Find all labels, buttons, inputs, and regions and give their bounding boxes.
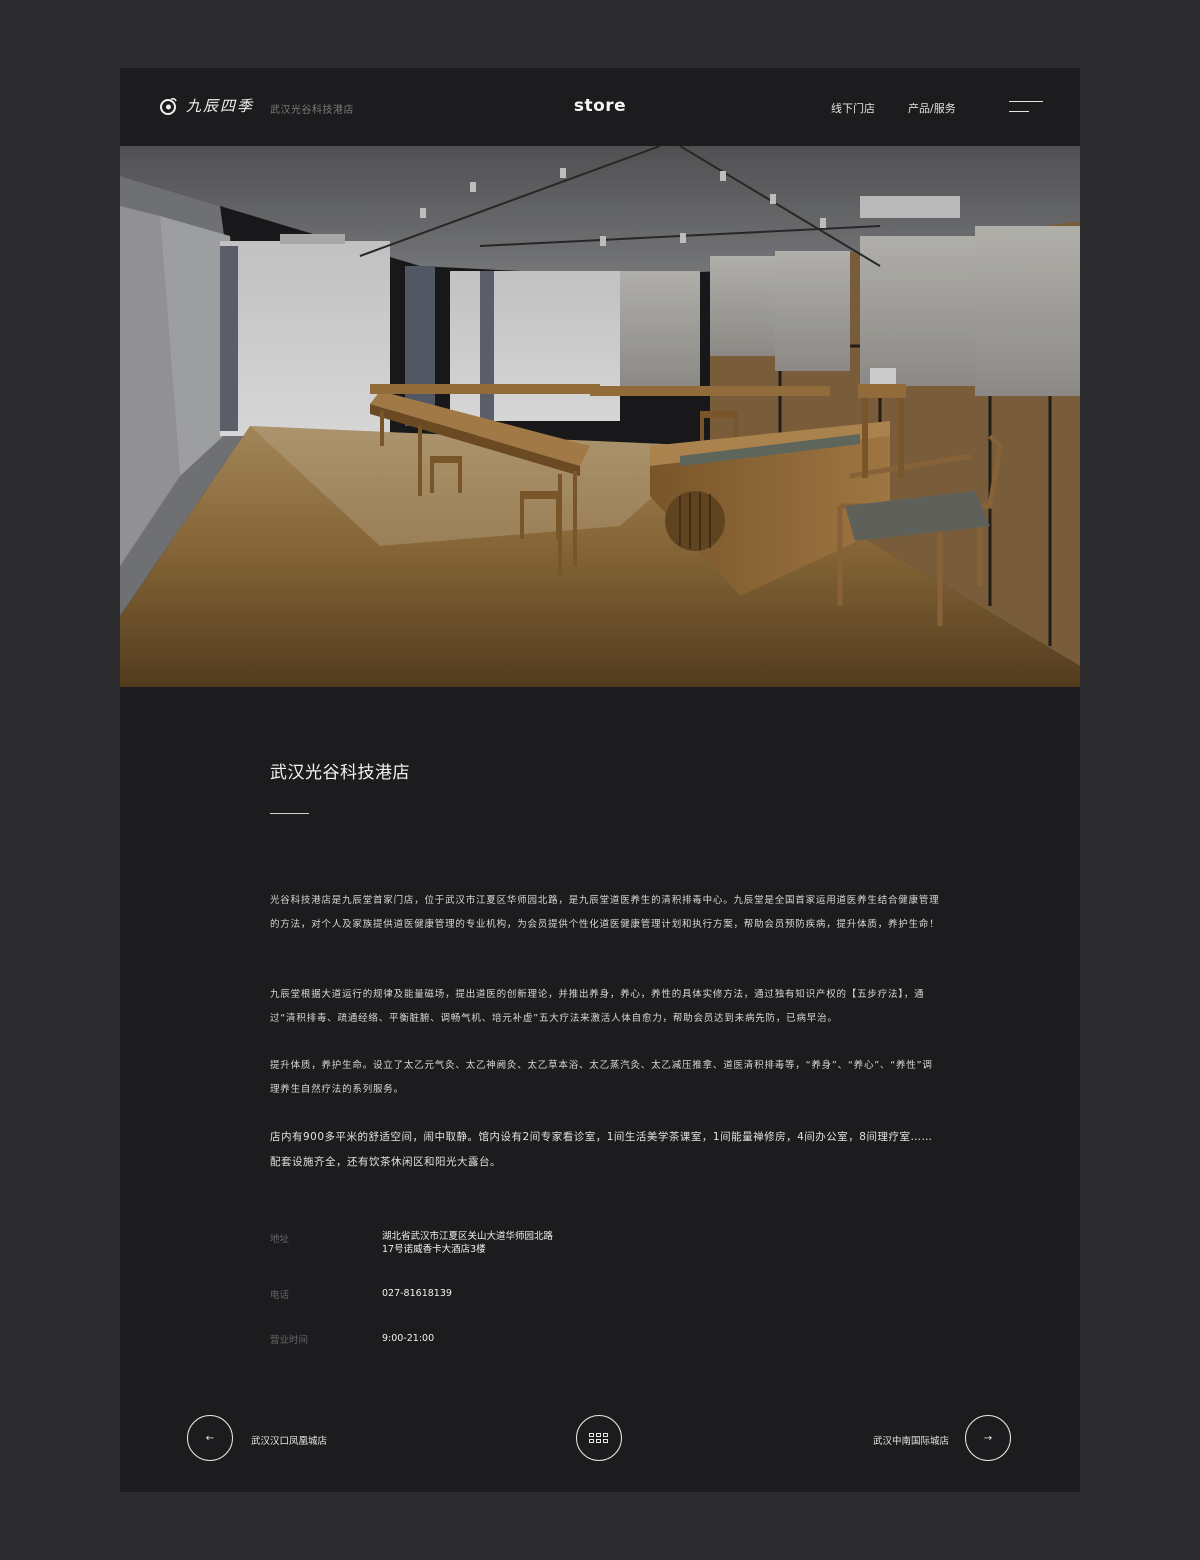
nav-products-services[interactable]: 产品/服务 xyxy=(908,100,956,116)
prev-store-label[interactable]: 武汉汉口凤凰城店 xyxy=(251,1433,327,1447)
description-paragraph-1: 光谷科技港店是九辰堂首家门店，位于武汉市江夏区华师园北路，是九辰堂道医养生的清积… xyxy=(270,895,940,930)
store-list-button[interactable] xyxy=(576,1415,622,1461)
header: 九辰四季 武汉光谷科技港店 store 线下门店 产品/服务 xyxy=(120,68,1080,146)
arrow-left-icon: ← xyxy=(205,1432,215,1444)
address-value: 湖北省武汉市江夏区关山大道华师园北路 17号诺威香卡大酒店3楼 xyxy=(382,1230,553,1256)
nav-offline-stores[interactable]: 线下门店 xyxy=(831,100,875,116)
arrow-right-icon: → xyxy=(983,1432,993,1444)
description-paragraph-4: 店内有900多平米的舒适空间，闹中取静。馆内设有2间专家看诊室，1间生活美学茶课… xyxy=(270,1131,933,1168)
store-title: 武汉光谷科技港店 xyxy=(270,763,410,783)
page-frame: 九辰四季 武汉光谷科技港店 store 线下门店 产品/服务 武汉光谷科技港店 … xyxy=(120,68,1080,1492)
description-paragraph-3: 提升体质，养护生命。设立了太乙元气灸、太乙神阙灸、太乙草本浴、太乙蒸汽灸、太乙减… xyxy=(270,1060,933,1095)
phone-value[interactable]: 027-81618139 xyxy=(382,1287,452,1300)
prev-store-button[interactable]: ← xyxy=(187,1415,233,1461)
next-store-button[interactable]: → xyxy=(965,1415,1011,1461)
phone-label: 电话 xyxy=(270,1290,290,1301)
description-paragraph-2: 九辰堂根据大道运行的规律及能量磁场，提出道医的创新理论，并推出养身，养心，养性的… xyxy=(270,989,925,1024)
hero-image xyxy=(120,146,1080,687)
address-line-2: 17号诺威香卡大酒店3楼 xyxy=(382,1244,486,1255)
next-store-label[interactable]: 武汉中南国际城店 xyxy=(873,1433,949,1447)
hamburger-menu-icon[interactable] xyxy=(1009,101,1043,113)
title-divider xyxy=(270,813,309,814)
hours-value: 9:00-21:00 xyxy=(382,1333,435,1344)
hours-label: 营业时间 xyxy=(270,1335,309,1346)
address-line-1: 湖北省武汉市江夏区关山大道华师园北路 xyxy=(382,1231,554,1242)
address-label: 地址 xyxy=(270,1234,290,1245)
grid-icon xyxy=(589,1433,609,1443)
